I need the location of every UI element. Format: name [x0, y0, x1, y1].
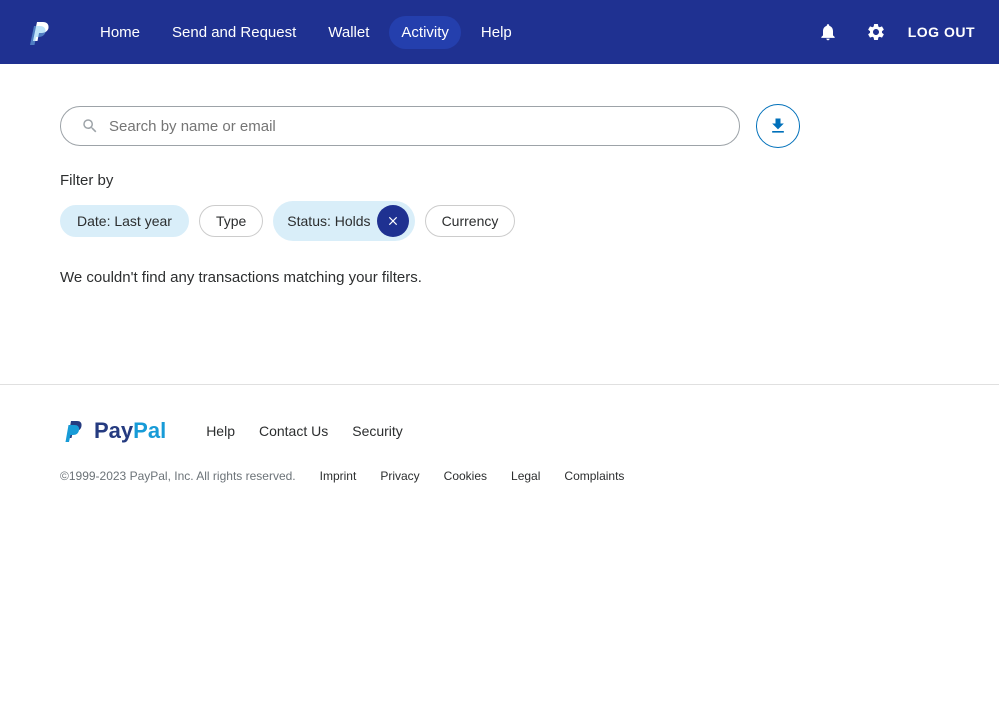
footer-top: PayPal Help Contact Us Security — [60, 417, 939, 445]
search-bar-container — [60, 104, 939, 148]
footer-imprint[interactable]: Imprint — [320, 469, 357, 483]
chip-currency[interactable]: Currency — [425, 205, 516, 237]
chip-status-label: Status: Holds — [287, 213, 370, 229]
nav-logo — [24, 16, 56, 48]
search-icon — [81, 117, 99, 135]
footer-logo-text: PayPal — [94, 418, 166, 444]
no-results-message: We couldn't find any transactions matchi… — [60, 269, 939, 286]
main-content: Filter by Date: Last year Type Status: H… — [0, 64, 999, 384]
filter-chips: Date: Last year Type Status: Holds Curre… — [60, 201, 939, 241]
nav-link-home[interactable]: Home — [88, 16, 152, 49]
footer-link-contact[interactable]: Contact Us — [259, 423, 328, 439]
footer-links: Help Contact Us Security — [206, 423, 403, 439]
paypal-logo-icon — [60, 417, 88, 445]
chip-status-close-button[interactable] — [377, 205, 409, 237]
copyright-text: ©1999-2023 PayPal, Inc. All rights reser… — [60, 469, 296, 483]
nav-links: Home Send and Request Wallet Activity He… — [88, 16, 812, 49]
footer-legal[interactable]: Legal — [511, 469, 540, 483]
logout-button[interactable]: LOG OUT — [908, 24, 975, 40]
nav-link-help[interactable]: Help — [469, 16, 524, 49]
footer-bottom: ©1999-2023 PayPal, Inc. All rights reser… — [60, 469, 939, 483]
search-bar-wrapper — [60, 106, 740, 146]
download-button[interactable] — [756, 104, 800, 148]
close-icon — [386, 214, 400, 228]
footer-privacy[interactable]: Privacy — [380, 469, 419, 483]
nav-link-activity[interactable]: Activity — [389, 16, 461, 49]
nav-link-wallet[interactable]: Wallet — [316, 16, 381, 49]
nav-right: LOG OUT — [812, 16, 975, 48]
chip-status-group: Status: Holds — [273, 201, 414, 241]
footer: PayPal Help Contact Us Security ©1999-20… — [0, 385, 999, 515]
filter-label: Filter by — [60, 172, 939, 189]
footer-complaints[interactable]: Complaints — [564, 469, 624, 483]
settings-icon[interactable] — [860, 16, 892, 48]
footer-link-help[interactable]: Help — [206, 423, 235, 439]
search-input[interactable] — [109, 118, 719, 135]
nav-link-send-request[interactable]: Send and Request — [160, 16, 308, 49]
navbar: Home Send and Request Wallet Activity He… — [0, 0, 999, 64]
notification-icon[interactable] — [812, 16, 844, 48]
download-icon — [768, 116, 788, 136]
chip-date[interactable]: Date: Last year — [60, 205, 189, 237]
footer-cookies[interactable]: Cookies — [444, 469, 487, 483]
footer-link-security[interactable]: Security — [352, 423, 403, 439]
chip-type[interactable]: Type — [199, 205, 263, 237]
footer-logo: PayPal — [60, 417, 166, 445]
